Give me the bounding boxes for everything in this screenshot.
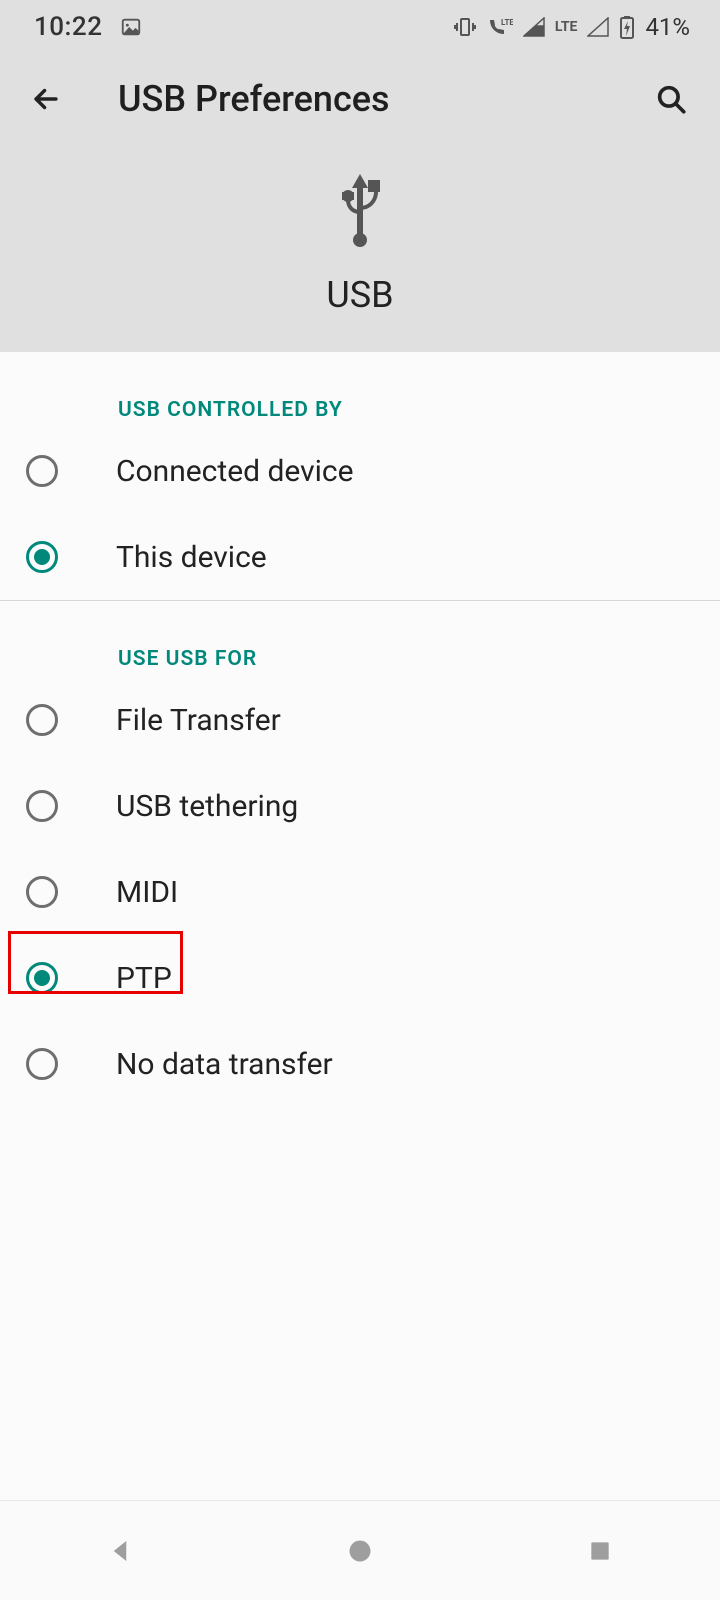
- battery-percent: 41%: [645, 13, 690, 41]
- page-title: USB Preferences: [118, 78, 650, 120]
- radio-label: This device: [116, 540, 267, 575]
- status-bar: 10:22 LTE LTE 41%: [0, 0, 720, 54]
- status-clock: 10:22: [34, 12, 102, 42]
- signal-1-icon: [523, 17, 545, 37]
- nav-home-button[interactable]: [300, 1526, 420, 1576]
- signal-2-icon: [587, 17, 609, 37]
- radio-indicator: [26, 876, 58, 908]
- status-right: LTE LTE 41%: [453, 13, 690, 41]
- volte-call-icon: LTE: [487, 17, 513, 37]
- nav-recent-button[interactable]: [540, 1526, 660, 1576]
- radio-label: File Transfer: [116, 703, 281, 738]
- status-left: 10:22: [34, 12, 142, 42]
- radio-label: PTP: [116, 961, 172, 996]
- radio-ptp[interactable]: PTP: [0, 935, 720, 1021]
- nav-back-button[interactable]: [60, 1526, 180, 1576]
- lte-text-icon: LTE: [555, 19, 578, 35]
- radio-indicator: [26, 790, 58, 822]
- section-header-use-for: USE USB FOR: [0, 601, 720, 677]
- radio-midi[interactable]: MIDI: [0, 849, 720, 935]
- radio-indicator: [26, 541, 58, 573]
- radio-indicator: [26, 1048, 58, 1080]
- back-button[interactable]: [28, 81, 64, 117]
- radio-indicator: [26, 704, 58, 736]
- hero-label: USB: [326, 274, 393, 316]
- section-header-controlled-by: USB CONTROLLED BY: [0, 352, 720, 428]
- navigation-bar: [0, 1500, 720, 1600]
- radio-file-transfer[interactable]: File Transfer: [0, 677, 720, 763]
- radio-label: Connected device: [116, 454, 354, 489]
- radio-usb-tethering[interactable]: USB tethering: [0, 763, 720, 849]
- usb-icon: [332, 166, 388, 254]
- vibrate-icon: [453, 15, 477, 39]
- radio-indicator: [26, 962, 58, 994]
- battery-charging-icon: [619, 15, 635, 39]
- radio-label: MIDI: [116, 875, 178, 910]
- radio-label: No data transfer: [116, 1047, 333, 1082]
- hero-section: USB: [0, 130, 720, 352]
- radio-no-data-transfer[interactable]: No data transfer: [0, 1021, 720, 1107]
- radio-indicator: [26, 455, 58, 487]
- header-band: USB Preferences USB: [0, 54, 720, 352]
- radio-this-device[interactable]: This device: [0, 514, 720, 600]
- svg-text:LTE: LTE: [501, 18, 513, 27]
- app-bar: USB Preferences: [0, 54, 720, 130]
- search-button[interactable]: [650, 78, 692, 120]
- radio-label: USB tethering: [116, 789, 298, 824]
- radio-connected-device[interactable]: Connected device: [0, 428, 720, 514]
- content: USB CONTROLLED BY Connected device This …: [0, 352, 720, 1107]
- image-icon: [120, 16, 142, 38]
